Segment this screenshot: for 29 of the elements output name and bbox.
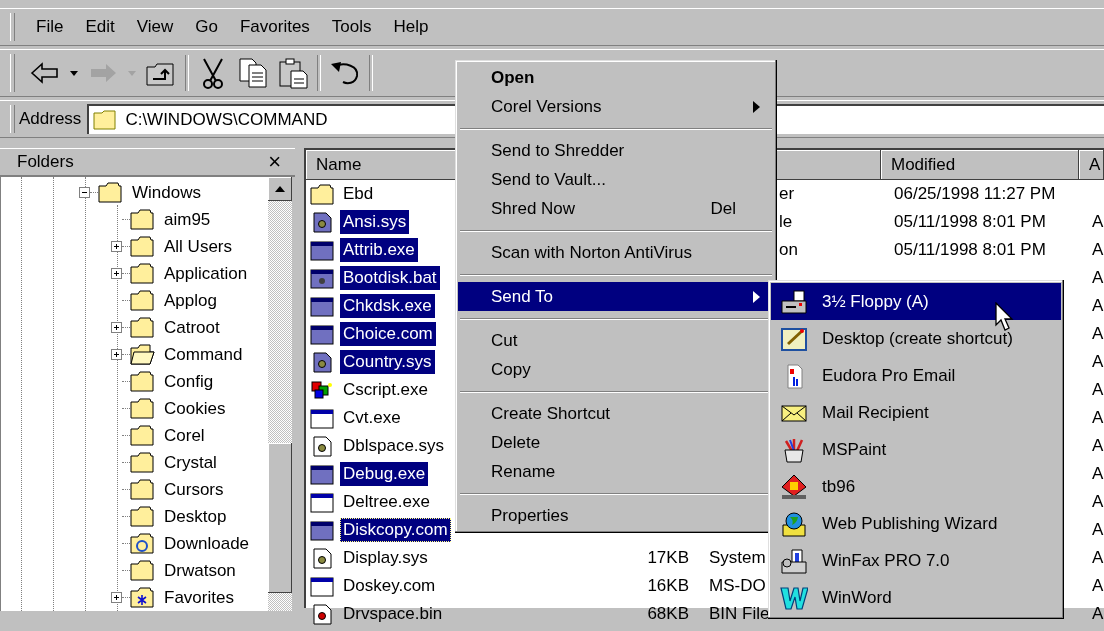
file-attributes: A (1092, 576, 1104, 595)
file-attributes: A (1092, 212, 1104, 231)
file-size: 16KB (647, 576, 689, 595)
file-attributes: A (1092, 296, 1104, 315)
file-type: MS-DO (709, 576, 766, 595)
file-type: on (779, 240, 798, 259)
file-attributes: A (1092, 604, 1104, 623)
file-modified: 05/11/1998 8:01 PM (894, 240, 1046, 259)
file-type: System (709, 548, 766, 567)
file-modified: 05/11/1998 8:01 PM (894, 212, 1046, 231)
file-size: 17KB (647, 548, 689, 567)
file-modified: 06/25/1998 11:27 PM (894, 184, 1056, 203)
panel-title: Folders (17, 152, 74, 172)
file-attributes: A (1092, 492, 1104, 511)
file-attributes: A (1092, 436, 1104, 455)
file-type: er (779, 184, 795, 203)
file-attributes: A (1092, 548, 1104, 567)
file-attributes: A (1092, 240, 1104, 259)
file-type: BIN File (709, 604, 770, 623)
file-attributes: A (1092, 352, 1104, 371)
file-attributes: A (1092, 464, 1104, 483)
address-label: Address (19, 109, 82, 129)
file-size: 68KB (647, 604, 689, 623)
file-attributes: A (1092, 520, 1104, 539)
file-attributes: A (1092, 408, 1104, 427)
file-attributes: A (1092, 324, 1104, 343)
file-attributes: A (1092, 380, 1104, 399)
file-type: le (779, 212, 793, 231)
file-attributes: A (1092, 268, 1104, 287)
